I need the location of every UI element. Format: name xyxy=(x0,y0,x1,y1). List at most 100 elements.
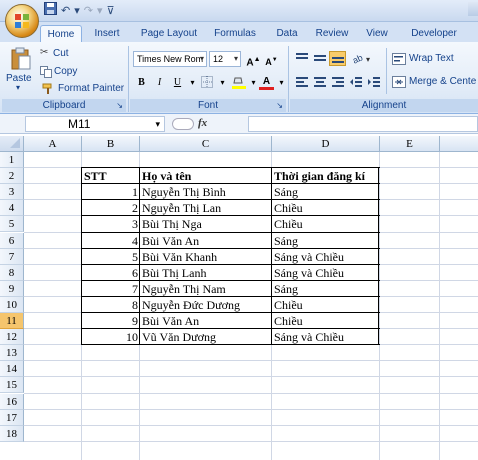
cell-stt[interactable]: 4 xyxy=(82,233,140,249)
borders-button[interactable] xyxy=(198,75,215,90)
row-header[interactable]: 4 xyxy=(0,200,24,217)
tab-formulas[interactable]: Formulas xyxy=(210,25,260,42)
row-header[interactable]: 2 xyxy=(0,168,24,185)
increase-indent-button[interactable] xyxy=(365,75,382,90)
undo-icon[interactable]: ↶ xyxy=(61,3,70,19)
cell-time[interactable]: Sáng và Chiều xyxy=(272,329,380,345)
format-painter-button[interactable]: Format Painter xyxy=(40,82,124,96)
cut-button[interactable]: ✂ Cut xyxy=(40,47,80,61)
cell-stt[interactable]: 5 xyxy=(82,249,140,265)
cell-stt[interactable]: 7 xyxy=(82,281,140,297)
spreadsheet-grid[interactable]: A B C D E 1 2 3 4 5 6 7 8 9 10 11 12 13 14 15 16 17 18 ST… xyxy=(0,136,478,460)
align-middle-button[interactable] xyxy=(311,51,328,66)
office-button[interactable] xyxy=(5,4,39,38)
redo-icon[interactable]: ↷ xyxy=(84,3,93,19)
grow-font-icon[interactable]: A▲ xyxy=(245,52,262,68)
tab-page-layout[interactable]: Page Layout xyxy=(138,25,200,42)
cell-stt[interactable]: 3 xyxy=(82,216,140,232)
paste-button[interactable]: Paste ▾ xyxy=(6,45,36,95)
column-header-e[interactable]: E xyxy=(380,136,440,152)
column-header-c[interactable]: C xyxy=(140,136,272,152)
merge-center-button[interactable]: Merge & Cente xyxy=(392,75,478,90)
align-bottom-button[interactable] xyxy=(329,51,346,66)
header-cell-time[interactable]: Thời gian đăng kí xyxy=(272,168,380,184)
row-header[interactable]: 5 xyxy=(0,216,24,233)
cell-time[interactable]: Sáng và Chiều xyxy=(272,265,380,281)
font-size-select[interactable]: 12 ▾ xyxy=(209,51,241,67)
window-control-icon[interactable] xyxy=(468,2,478,16)
formula-input[interactable] xyxy=(248,116,478,132)
wrap-text-button[interactable]: Wrap Text xyxy=(392,52,478,67)
row-header[interactable]: 10 xyxy=(0,296,24,313)
cell-time[interactable]: Chiều xyxy=(272,297,380,313)
cell-name[interactable]: Nguyễn Thị Bình xyxy=(140,184,272,200)
cell-name[interactable]: Nguyễn Thị Nam xyxy=(140,281,272,297)
select-all-corner[interactable] xyxy=(0,136,24,152)
chevron-down-icon[interactable]: ▾ xyxy=(155,117,160,131)
shrink-font-icon[interactable]: A▼ xyxy=(263,52,280,67)
undo-dropdown-icon[interactable]: ▾ xyxy=(74,3,80,19)
cell-time[interactable]: Chiều xyxy=(272,200,380,216)
column-header-a[interactable]: A xyxy=(24,136,82,152)
row-header[interactable]: 1 xyxy=(0,152,24,168)
cell-time[interactable]: Chiều xyxy=(272,216,380,232)
tab-data[interactable]: Data xyxy=(272,25,302,42)
customize-qat-icon[interactable]: ⊽ xyxy=(107,3,115,19)
cell-name[interactable]: Nguyễn Thị Lan xyxy=(140,200,272,216)
align-center-button[interactable] xyxy=(311,75,328,90)
row-header[interactable]: 8 xyxy=(0,264,24,281)
row-header[interactable]: 9 xyxy=(0,280,24,297)
save-icon[interactable] xyxy=(44,2,57,20)
redo-dropdown-icon[interactable]: ▾ xyxy=(97,3,103,19)
cell-name[interactable]: Nguyễn Đức Dương xyxy=(140,297,272,313)
copy-button[interactable]: Copy xyxy=(40,65,80,79)
row-header[interactable]: 6 xyxy=(0,232,24,249)
column-header-b[interactable]: B xyxy=(82,136,140,152)
cell-stt[interactable]: 10 xyxy=(82,329,140,345)
row-header[interactable]: 13 xyxy=(0,345,24,362)
cell-stt[interactable]: 9 xyxy=(82,313,140,329)
row-header[interactable]: 7 xyxy=(0,248,24,265)
cell-name[interactable]: Bùi Văn An xyxy=(140,233,272,249)
cell-stt[interactable]: 6 xyxy=(82,265,140,281)
cell-time[interactable]: Sáng xyxy=(272,184,380,200)
italic-button[interactable]: I xyxy=(151,75,168,90)
tab-developer[interactable]: Developer xyxy=(404,25,464,42)
cell-name[interactable]: Bùi Văn Khanh xyxy=(140,249,272,265)
tab-view[interactable]: View xyxy=(362,25,392,42)
row-header[interactable]: 14 xyxy=(0,361,24,378)
insert-function-icon[interactable]: fx xyxy=(198,117,207,129)
cell-stt[interactable]: 1 xyxy=(82,184,140,200)
tab-home[interactable]: Home xyxy=(40,25,82,42)
row-header[interactable]: 12 xyxy=(0,329,24,346)
align-left-button[interactable] xyxy=(293,75,310,90)
row-header[interactable]: 18 xyxy=(0,425,24,442)
column-header-d[interactable]: D xyxy=(272,136,380,152)
formula-bar-toggle-icon[interactable] xyxy=(172,118,194,130)
cell-name[interactable]: Bùi Thị Lanh xyxy=(140,265,272,281)
cell-stt[interactable]: 8 xyxy=(82,297,140,313)
align-right-button[interactable] xyxy=(329,75,346,90)
decrease-indent-button[interactable] xyxy=(347,75,364,90)
orientation-button[interactable]: ab ▾ xyxy=(350,51,376,66)
borders-dropdown-icon[interactable]: ▾ xyxy=(214,75,231,90)
row-header[interactable]: 15 xyxy=(0,377,24,394)
name-box[interactable]: M11 ▾ xyxy=(25,116,165,132)
align-top-button[interactable] xyxy=(293,51,310,66)
bold-button[interactable]: B xyxy=(133,75,150,90)
row-header[interactable]: 16 xyxy=(0,393,24,410)
row-header[interactable]: 17 xyxy=(0,409,24,426)
clipboard-launcher-icon[interactable]: ↘ xyxy=(116,99,123,112)
cell-name[interactable]: Vũ Văn Dương xyxy=(140,329,272,345)
tab-insert[interactable]: Insert xyxy=(88,25,126,42)
cell-name[interactable]: Bùi Thị Nga xyxy=(140,216,272,232)
header-cell-stt[interactable]: STT xyxy=(82,168,140,184)
tab-review[interactable]: Review xyxy=(312,25,352,42)
font-launcher-icon[interactable]: ↘ xyxy=(276,99,283,112)
cell-time[interactable]: Sáng và Chiều xyxy=(272,249,380,265)
cell-time[interactable]: Sáng xyxy=(272,233,380,249)
column-header-f[interactable] xyxy=(440,136,478,152)
paste-dropdown-icon[interactable]: ▾ xyxy=(16,83,20,92)
header-cell-name[interactable]: Họ và tên xyxy=(140,168,272,184)
row-header[interactable]: 11 xyxy=(0,313,24,329)
